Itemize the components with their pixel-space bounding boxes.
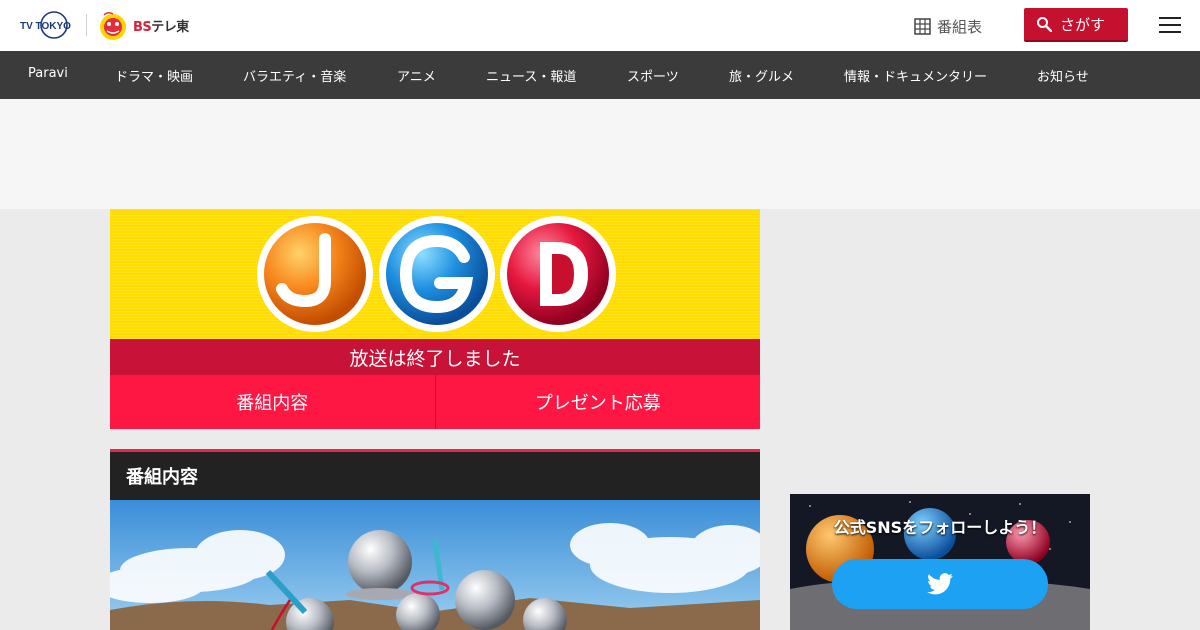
- program-tabs: 番組内容 プレゼント応募: [110, 375, 760, 429]
- nav-item-variety[interactable]: バラエティ・音楽: [243, 66, 346, 85]
- bs-teleto-logo-text[interactable]: BSテレ東: [133, 16, 189, 35]
- category-nav: Paravi ドラマ・映画 バラエティ・音楽 アニメ ニュース・報道 スポーツ …: [0, 51, 1200, 99]
- nav-item-news[interactable]: ニュース・報道: [486, 66, 576, 85]
- ad-banner-area: [0, 99, 1200, 209]
- tab-present-apply[interactable]: プレゼント応募: [434, 375, 760, 429]
- twitter-icon: [927, 573, 953, 595]
- bs-logo-prefix: BS: [133, 20, 152, 35]
- bs-logo-suffix: テレ東: [151, 20, 189, 35]
- broadcast-ended-status: 放送は終了しました: [110, 339, 760, 375]
- tv-tokyo-logo[interactable]: TV TOKYO: [20, 10, 78, 40]
- hamburger-menu-icon[interactable]: [1159, 15, 1181, 35]
- twitter-follow-button[interactable]: [832, 559, 1048, 609]
- program-guide-link[interactable]: 番組表: [914, 16, 982, 37]
- bs-teleto-mascot-logo[interactable]: [96, 9, 130, 41]
- program-hero-banner: [110, 209, 760, 339]
- nav-item-sports[interactable]: スポーツ: [627, 66, 679, 85]
- program-logo: [257, 216, 616, 332]
- nav-item-anime[interactable]: アニメ: [397, 66, 436, 85]
- nav-item-travel[interactable]: 旅・グルメ: [729, 66, 794, 85]
- program-guide-label: 番組表: [937, 18, 983, 36]
- nav-item-paravi[interactable]: Paravi: [28, 66, 68, 81]
- nav-item-notices[interactable]: お知らせ: [1037, 66, 1089, 85]
- search-button[interactable]: さがす: [1024, 8, 1128, 42]
- search-button-label: さがす: [1060, 15, 1106, 34]
- search-icon: [1037, 17, 1052, 32]
- site-header: TV TOKYO BSテレ東 番組表 さがす: [0, 0, 1200, 51]
- tab-program-content[interactable]: 番組内容: [110, 375, 435, 429]
- tv-tokyo-logo-text: TV TOKYO: [20, 21, 71, 32]
- program-key-visual: [110, 500, 760, 630]
- section-title-program-content: 番組内容: [110, 449, 760, 500]
- sns-follow-title: 公式SNSをフォローしよう！: [833, 518, 1047, 537]
- logo-divider: [86, 14, 87, 36]
- grid-icon: [914, 18, 931, 35]
- sns-follow-box: 公式SNSをフォローしよう！: [790, 494, 1090, 630]
- nav-item-documentary[interactable]: 情報・ドキュメンタリー: [844, 66, 987, 85]
- nav-item-drama[interactable]: ドラマ・映画: [115, 66, 193, 85]
